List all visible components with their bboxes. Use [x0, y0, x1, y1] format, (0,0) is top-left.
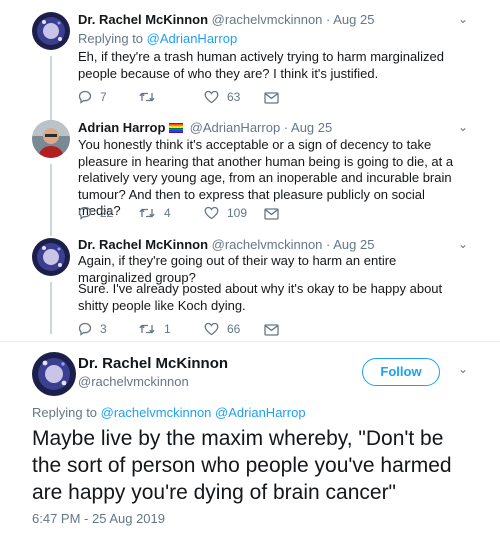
envelope-icon [264, 208, 279, 220]
thread-connector [50, 164, 52, 236]
user-handle[interactable]: @rachelvmckinnon [212, 12, 323, 27]
tweet-3[interactable]: Dr. Rachel McKinnon @rachelvmckinnon · A… [0, 230, 500, 342]
tweet-header: Adrian Harrop @AdrianHarrop · Aug 25 [78, 120, 460, 135]
thread-connector [50, 56, 52, 122]
retweet-icon [139, 324, 155, 334]
reply-user-link[interactable]: @rachelvmckinnon [101, 405, 212, 420]
heart-icon [204, 322, 219, 336]
chevron-down-icon[interactable]: ⌄ [458, 120, 468, 134]
avatar[interactable] [32, 352, 76, 396]
replying-to: Replying to @rachelvmckinnon @AdrianHarr… [32, 405, 306, 420]
retweet-button[interactable]: 1 [138, 322, 171, 336]
like-button[interactable]: 63 [204, 90, 240, 104]
tweet-text-line-2: Sure. I've already posted about why it's… [78, 281, 443, 313]
envelope-icon [264, 92, 279, 104]
tweet-timestamp[interactable]: 6:47 PM - 25 Aug 2019 [32, 511, 165, 526]
direct-message-button[interactable] [264, 90, 279, 104]
reply-count: 3 [100, 322, 107, 336]
avatar[interactable] [32, 12, 70, 50]
tweet-text: Eh, if they're a trash human actively tr… [78, 49, 444, 81]
display-name[interactable]: Adrian Harrop [78, 120, 165, 135]
chevron-down-icon[interactable]: ⌄ [458, 237, 468, 251]
retweet-count: 4 [164, 206, 171, 220]
tweet-2[interactable]: Adrian Harrop @AdrianHarrop · Aug 25 ⌄ Y… [0, 118, 500, 236]
chevron-down-icon[interactable]: ⌄ [458, 12, 468, 26]
reply-icon [78, 90, 92, 104]
tweet-header: Dr. Rachel McKinnon @rachelvmckinnon · A… [78, 237, 460, 252]
tweet-date[interactable]: · Aug 25 [326, 12, 374, 27]
main-tweet-text: Maybe live by the maxim whereby, "Don't … [32, 427, 452, 504]
chevron-down-icon[interactable]: ⌄ [458, 362, 468, 376]
conversation-thread: Dr. Rachel McKinnon @rachelvmckinnon · A… [0, 0, 500, 536]
reply-button[interactable]: 22 [78, 206, 113, 220]
tweet-date[interactable]: · Aug 25 [284, 120, 332, 135]
reply-button[interactable]: 3 [78, 322, 107, 336]
tweet-date[interactable]: · Aug 25 [326, 237, 374, 252]
reply-user-link[interactable]: @AdrianHarrop [147, 31, 238, 46]
reply-count: 7 [100, 90, 107, 104]
thread-connector [50, 282, 52, 334]
tweet-1[interactable]: Dr. Rachel McKinnon @rachelvmckinnon · A… [0, 0, 500, 122]
reply-count: 22 [100, 206, 114, 220]
direct-message-button[interactable] [264, 206, 279, 220]
envelope-icon [264, 324, 279, 336]
display-name[interactable]: Dr. Rachel McKinnon [78, 12, 208, 27]
rainbow-flag-icon [169, 121, 184, 133]
display-name[interactable]: Dr. Rachel McKinnon [78, 237, 208, 252]
avatar[interactable] [32, 120, 70, 158]
reply-user-link[interactable]: @AdrianHarrop [215, 405, 306, 420]
replying-to: Replying to @AdrianHarrop [78, 31, 237, 46]
user-handle[interactable]: @rachelvmckinnon [78, 374, 189, 389]
replying-prefix: Replying to [32, 405, 101, 420]
tweet-header: Dr. Rachel McKinnon @rachelvmckinnon · A… [78, 12, 460, 27]
heart-icon [204, 90, 219, 104]
retweet-button[interactable] [138, 90, 164, 104]
like-button[interactable]: 109 [204, 206, 247, 220]
direct-message-button[interactable] [264, 322, 279, 336]
avatar[interactable] [32, 238, 70, 276]
user-handle[interactable]: @rachelvmckinnon [212, 237, 323, 252]
heart-icon [204, 206, 219, 220]
user-handle[interactable]: @AdrianHarrop [190, 120, 281, 135]
retweet-icon [139, 208, 155, 218]
reply-icon [78, 206, 92, 220]
like-count: 63 [227, 90, 241, 104]
like-button[interactable]: 66 [204, 322, 240, 336]
like-count: 109 [227, 206, 248, 220]
retweet-icon [139, 92, 155, 102]
retweet-count: 1 [164, 322, 171, 336]
retweet-button[interactable]: 4 [138, 206, 171, 220]
follow-button[interactable]: Follow [362, 358, 440, 386]
reply-icon [78, 322, 92, 336]
like-count: 66 [227, 322, 241, 336]
display-name[interactable]: Dr. Rachel McKinnon [78, 355, 228, 372]
replying-prefix: Replying to [78, 31, 147, 46]
reply-button[interactable]: 7 [78, 90, 107, 104]
